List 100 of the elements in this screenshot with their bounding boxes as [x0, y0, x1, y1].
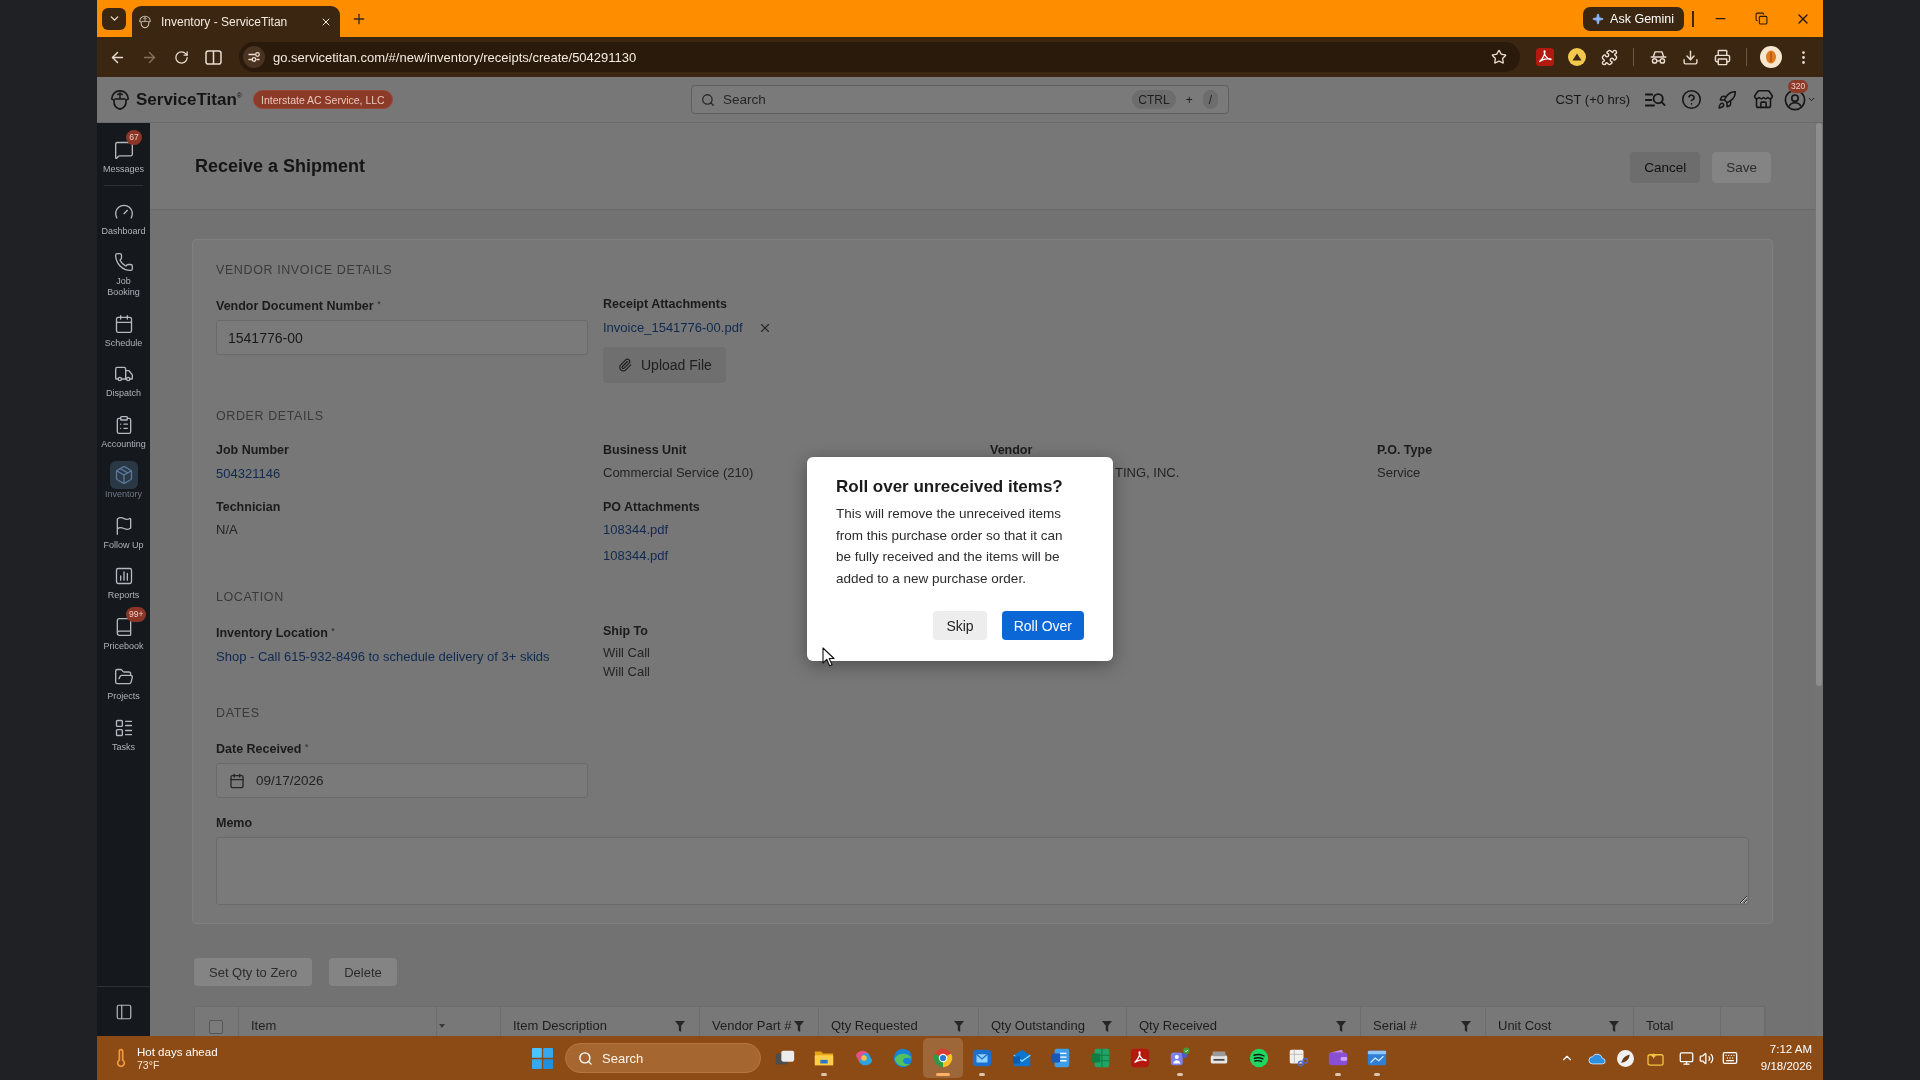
count-badge: 67 [126, 130, 142, 145]
field-value: Service [1377, 465, 1421, 481]
logo-icon [109, 88, 131, 111]
sidebar-item[interactable]: Dispatch [97, 356, 150, 407]
field-label: Date Received $^{*}$ [216, 741, 309, 757]
file-link[interactable]: Invoice_1541776-00.pdf [603, 320, 743, 336]
sidebar-item[interactable]: Inventory [97, 457, 150, 508]
caret-icon[interactable] [439, 1024, 445, 1028]
sparkle-icon [1592, 12, 1605, 25]
taskbar-search-field[interactable]: Search [565, 1043, 761, 1073]
music-app-icon [1247, 1047, 1270, 1069]
filter-icon[interactable] [1336, 1021, 1346, 1032]
field-label: Technician [216, 499, 281, 515]
sidebar-item[interactable]: Job Booking [97, 244, 150, 306]
date-input[interactable]: 09/17/2026 [256, 773, 575, 788]
car-icon[interactable] [1648, 49, 1668, 65]
download-icon[interactable] [1681, 48, 1699, 66]
dialog-title: Roll over unreceived items? [836, 476, 1064, 498]
search-input[interactable]: Search [602, 1050, 748, 1066]
file-link[interactable]: 108344.pdf [603, 522, 669, 538]
truck-icon [113, 364, 134, 384]
header-button[interactable]: Cancel [1630, 151, 1701, 183]
assistant-button[interactable]: Ask Gemini [1583, 6, 1684, 31]
address-field[interactable]: go.servicetitan.com/#/new/inventory/receipts/create/504291130 [239, 42, 1520, 72]
field-link[interactable]: 504321146 [216, 466, 281, 482]
taskbar-app-button[interactable] [923, 1038, 963, 1078]
select-all-checkbox[interactable] [209, 1020, 223, 1034]
upload-button[interactable]: Upload File [603, 347, 726, 383]
sidebar-item[interactable]: Accounting [97, 406, 150, 457]
file-link[interactable]: 108344.pdf [603, 548, 669, 564]
sidebar-item[interactable]: Dashboard [97, 193, 150, 244]
sidebar-toggle-icon[interactable] [114, 1002, 133, 1021]
running-indicator [1334, 1073, 1341, 1076]
filter-icon[interactable] [1609, 1021, 1619, 1032]
sparkle-folder-icon[interactable] [1646, 1050, 1664, 1066]
sidebar-item[interactable]: Follow Up [97, 507, 150, 558]
url-input[interactable]: go.servicetitan.com/#/new/inventory/receipts/create/504291130 [273, 49, 1483, 65]
site-settings-icon[interactable] [243, 46, 265, 68]
chart-icon [113, 566, 134, 586]
dialog-button[interactable]: Skip [933, 611, 987, 641]
filter-icon[interactable] [675, 1021, 685, 1032]
reload-icon[interactable] [173, 49, 189, 65]
keyboard-icon[interactable] [1722, 1050, 1738, 1066]
filter-icon[interactable] [1102, 1021, 1112, 1032]
tab-search-button[interactable] [102, 7, 126, 30]
profile-avatar-icon[interactable] [1760, 46, 1782, 68]
calendar-icon [113, 313, 134, 334]
restore-icon[interactable] [1755, 12, 1768, 25]
sidebar-item[interactable]: Messages 67 [97, 132, 150, 183]
start-icon[interactable] [531, 1047, 553, 1069]
printer-icon[interactable] [1713, 48, 1731, 66]
split-view-icon[interactable] [204, 49, 222, 65]
dialog-button[interactable]: Roll Over [1001, 611, 1084, 641]
temperature-text: 73°F [137, 1058, 161, 1072]
field-link[interactable]: Shop - Call 615-932-8496 to schedule delivery of 3+ skids [216, 649, 550, 665]
field-label: Job Number [216, 442, 289, 458]
memo-field[interactable] [216, 837, 1749, 905]
browser-tab[interactable]: Inventory - ServiceTitan [132, 6, 340, 37]
field-label: Ship To [603, 623, 648, 639]
search-icon [701, 92, 715, 107]
monitor-icon[interactable] [1678, 1050, 1694, 1066]
filter-icon[interactable] [954, 1021, 964, 1032]
sidebar-item[interactable]: Schedule [97, 305, 150, 356]
filter-icon[interactable] [794, 1021, 804, 1032]
scrollbar-thumb[interactable] [1816, 123, 1822, 686]
field-value: Will Call [603, 645, 650, 661]
weather-text: Hot days ahead [137, 1044, 218, 1059]
chevron-down-icon[interactable] [1807, 95, 1816, 104]
date-field[interactable]: 09/17/2026 [216, 763, 588, 798]
field-label: Vendor [990, 442, 1033, 458]
sidebar-item[interactable]: Projects [97, 659, 150, 710]
cloud-icon[interactable] [1588, 1051, 1606, 1065]
shortcut-key: CTRL [1132, 90, 1176, 109]
search-field[interactable]: Search CTRL + / [691, 85, 1229, 114]
running-indicator [979, 1073, 986, 1076]
chat-icon [113, 140, 134, 160]
bookmark-star-icon[interactable] [1491, 49, 1507, 65]
sidebar-item[interactable]: Reports [97, 558, 150, 609]
store-icon[interactable] [1752, 89, 1774, 110]
pdf-icon[interactable] [1536, 48, 1554, 66]
field-label: Memo [216, 815, 253, 831]
field-label: Receipt Attachments [603, 296, 727, 312]
field-label: Business Unit [603, 442, 687, 458]
section-heading: LOCATION [216, 589, 285, 605]
sidebar-item[interactable]: Tasks [97, 709, 150, 760]
field-label: P.O. Type [1377, 442, 1433, 458]
clock-time: 7:12 AM [1769, 1042, 1812, 1057]
box-icon [109, 461, 138, 489]
speaker-icon[interactable] [1698, 1050, 1714, 1066]
leaf-circle-icon[interactable] [1616, 1049, 1634, 1067]
input-field[interactable]: 1541776-00 [216, 320, 588, 355]
field-label: Vendor Document Number $^{*}$ [216, 298, 381, 314]
search-input[interactable]: Search [723, 92, 1125, 107]
rocket-icon[interactable] [1717, 89, 1737, 110]
filter-icon[interactable] [1461, 1021, 1471, 1032]
sidebar-item[interactable]: Pricebook 99+ [97, 608, 150, 659]
phone-icon [113, 252, 134, 272]
help-icon[interactable] [1680, 89, 1702, 110]
timezone-text: CST (+0 hrs) [1555, 92, 1630, 107]
puzzle-icon[interactable] [1600, 48, 1618, 66]
